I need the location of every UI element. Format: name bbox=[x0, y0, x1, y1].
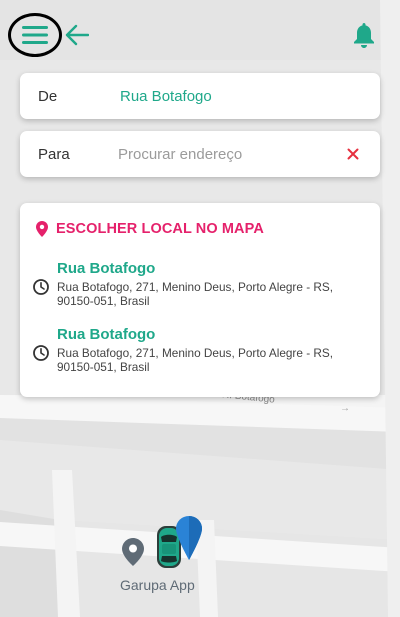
marker-label: Garupa App bbox=[120, 577, 195, 593]
clear-destination-button[interactable] bbox=[342, 143, 364, 165]
origin-field[interactable]: De Rua Botafogo bbox=[20, 73, 380, 119]
pick-on-map-button[interactable]: ESCOLHER LOCAL NO MAPA bbox=[36, 221, 264, 237]
location-pin-icon bbox=[36, 221, 48, 237]
map-pin-icon bbox=[122, 538, 144, 566]
origin-label: De bbox=[38, 87, 58, 105]
suggestion-title: Rua Botafogo bbox=[57, 326, 156, 343]
suggestion-title: Rua Botafogo bbox=[57, 260, 156, 277]
destination-label: Para bbox=[38, 145, 70, 163]
suggestion-address: Rua Botafogo, 271, Menino Deus, Porto Al… bbox=[57, 280, 334, 308]
suggestion-address: Rua Botafogo, 271, Menino Deus, Porto Al… bbox=[57, 346, 334, 374]
map-pin-icon bbox=[176, 516, 202, 560]
close-icon bbox=[347, 148, 359, 160]
suggestions-panel: ESCOLHER LOCAL NO MAPA Rua Botafogo Rua … bbox=[20, 203, 380, 397]
direction-arrow: → bbox=[340, 403, 350, 414]
notifications-button[interactable] bbox=[348, 18, 380, 52]
back-button[interactable] bbox=[62, 20, 92, 50]
menu-icon bbox=[22, 26, 48, 44]
blue-location-marker[interactable] bbox=[176, 516, 202, 565]
clock-icon bbox=[33, 279, 49, 295]
grey-location-marker[interactable] bbox=[122, 538, 144, 571]
clock-icon bbox=[33, 345, 49, 361]
destination-field: Para bbox=[20, 131, 380, 177]
menu-button[interactable] bbox=[8, 13, 62, 57]
top-bar bbox=[0, 0, 400, 70]
destination-search-input[interactable] bbox=[118, 140, 338, 168]
bell-icon bbox=[354, 23, 374, 48]
pick-on-map-label: ESCOLHER LOCAL NO MAPA bbox=[56, 221, 264, 237]
origin-value[interactable]: Rua Botafogo bbox=[120, 88, 212, 105]
arrow-left-icon bbox=[65, 24, 89, 46]
